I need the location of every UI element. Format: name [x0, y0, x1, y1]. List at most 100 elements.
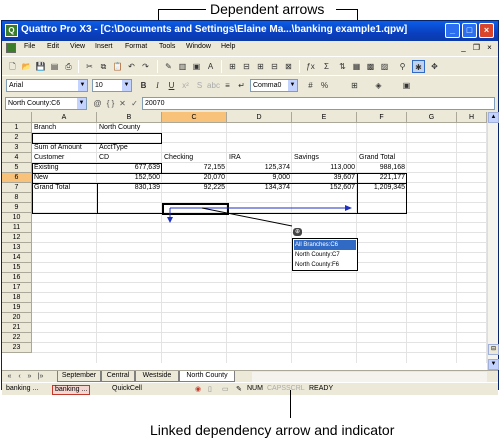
insert-row-icon[interactable]: ⊞: [226, 60, 239, 73]
doc-close-icon[interactable]: ×: [484, 43, 495, 53]
borders-icon[interactable]: ⊞: [348, 79, 361, 92]
save-icon[interactable]: 💾: [34, 60, 47, 73]
sum-icon[interactable]: Σ: [320, 60, 333, 73]
sheet-tab-bar: « ‹ » |» September Central Westside Nort…: [2, 370, 498, 382]
app-icon[interactable]: Q: [5, 24, 18, 37]
cancel-icon[interactable]: ✕: [117, 97, 128, 110]
percent-icon[interactable]: %: [318, 79, 331, 92]
arrowhead-c7: [167, 217, 173, 223]
fill-color-icon[interactable]: ◈: [372, 79, 385, 92]
redo-icon[interactable]: ↷: [139, 60, 152, 73]
paste-icon[interactable]: 📋: [111, 60, 124, 73]
insert-column-icon[interactable]: ⊞: [254, 60, 267, 73]
formula-field[interactable]: 20070: [142, 97, 495, 110]
dependency-item[interactable]: North County:F6: [294, 260, 356, 270]
scroll-down-icon[interactable]: ▼: [488, 359, 499, 370]
tab-central[interactable]: Central: [101, 371, 135, 382]
dependency-popup[interactable]: All Branches:C6 North County:C7 North Co…: [292, 238, 358, 271]
callout-line: [336, 9, 358, 10]
speedformat-icon[interactable]: ▣: [400, 79, 413, 92]
navigate-icon[interactable]: ✥: [428, 60, 441, 73]
print-preview-icon[interactable]: ▤: [48, 60, 61, 73]
grid-icon[interactable]: ▦: [350, 60, 363, 73]
show-dependents-icon[interactable]: ✱: [412, 60, 425, 73]
scroll-up-icon[interactable]: ▲: [488, 112, 499, 123]
chevron-down-icon[interactable]: ▼: [288, 80, 297, 91]
insert-object-icon[interactable]: ▣: [190, 60, 203, 73]
menu-edit[interactable]: Edit: [47, 43, 59, 50]
at-icon[interactable]: @: [92, 97, 103, 110]
doc-restore-icon[interactable]: ❐: [471, 43, 482, 53]
menu-tools[interactable]: Tools: [159, 43, 175, 50]
open-folder-icon[interactable]: 📂: [20, 60, 33, 73]
chevron-down-icon[interactable]: ▼: [78, 80, 87, 91]
chevron-down-icon[interactable]: ▼: [77, 98, 86, 109]
font-size-combo[interactable]: 10 ▼: [92, 79, 132, 92]
font-combo[interactable]: Arial ▼: [6, 79, 88, 92]
fit-icon[interactable]: ⊠: [282, 60, 295, 73]
map-icon[interactable]: ▨: [378, 60, 391, 73]
chevron-down-icon[interactable]: ▼: [122, 80, 131, 91]
case-icon[interactable]: abc: [207, 79, 220, 92]
close-button[interactable]: ×: [479, 23, 494, 38]
text-icon[interactable]: A: [204, 60, 217, 73]
cell-name: North County:C6: [8, 100, 61, 107]
strikethrough-icon[interactable]: S: [193, 79, 206, 92]
spreadsheet-grid[interactable]: ABCDEFGH 1 2 3 4 5 6 7 8 9 10 11 12 13 14 15 16 17 18 19 20…: [2, 112, 498, 370]
tab-north-county[interactable]: North County: [179, 371, 235, 382]
maximize-button[interactable]: □: [462, 23, 477, 38]
style-value: Comma0: [253, 82, 282, 89]
menu-insert[interactable]: Insert: [95, 43, 113, 50]
tab-westside[interactable]: Westside: [135, 371, 179, 382]
style-combo[interactable]: Comma0 ▼: [250, 79, 298, 92]
quickfit-icon[interactable]: ✎: [162, 60, 175, 73]
formula-value: 20070: [145, 100, 165, 107]
first-sheet-icon[interactable]: «: [5, 372, 14, 382]
print-icon[interactable]: ⎙: [62, 60, 75, 73]
tab-september[interactable]: September: [57, 371, 101, 382]
menu-window[interactable]: Window: [186, 43, 211, 50]
menu-view[interactable]: View: [70, 43, 85, 50]
title-bar[interactable]: Q Quattro Pro X3 - [C:\Documents and Set…: [2, 21, 498, 41]
prev-sheet-icon[interactable]: ‹: [15, 372, 24, 382]
delete-row-icon[interactable]: ⊟: [240, 60, 253, 73]
minimize-button[interactable]: _: [445, 23, 460, 38]
align-icon[interactable]: ≡: [221, 79, 234, 92]
menu-format[interactable]: Format: [125, 43, 147, 50]
copy-icon[interactable]: ⧉: [97, 60, 110, 73]
pane-split-icon[interactable]: ⊟: [488, 344, 499, 355]
undo-icon[interactable]: ↶: [125, 60, 138, 73]
braces-icon[interactable]: { }: [105, 97, 116, 110]
dependent-arrows: [167, 205, 352, 227]
horizontal-scrollbar[interactable]: [252, 372, 487, 382]
app-window: Q Quattro Pro X3 - [C:\Documents and Set…: [1, 20, 499, 395]
delete-column-icon[interactable]: ⊟: [268, 60, 281, 73]
underline-button[interactable]: U: [165, 79, 178, 92]
number-format-icon[interactable]: #: [304, 79, 317, 92]
wrap-icon[interactable]: ↵: [235, 79, 248, 92]
cell-name-box[interactable]: North County:C6 ▼: [5, 97, 87, 110]
menu-file[interactable]: File: [24, 43, 35, 50]
chart-icon[interactable]: ▥: [176, 60, 189, 73]
menu-help[interactable]: Help: [221, 43, 235, 50]
confirm-icon[interactable]: ✓: [129, 97, 140, 110]
vertical-scrollbar[interactable]: ▲ ⊟ ▼: [487, 112, 499, 370]
sort-icon[interactable]: ⇅: [336, 60, 349, 73]
dependency-item[interactable]: North County:C7: [294, 250, 356, 260]
chart-expert-icon[interactable]: ▩: [364, 60, 377, 73]
function-icon[interactable]: ƒx: [304, 60, 317, 73]
italic-button[interactable]: I: [151, 79, 164, 92]
format-toolbar: Arial ▼ 10 ▼ B I U x² S abc ≡ ↵ Comma0 ▼…: [2, 75, 498, 94]
doc-minimize-icon[interactable]: _: [458, 43, 469, 53]
dependency-item[interactable]: All Branches:C6: [294, 240, 356, 250]
last-sheet-icon[interactable]: |»: [36, 372, 45, 382]
cut-icon[interactable]: ✂: [83, 60, 96, 73]
linked-dependency-indicator-icon[interactable]: ⊕: [293, 228, 302, 236]
dependency-icon[interactable]: ⚲: [396, 60, 409, 73]
bold-button[interactable]: B: [137, 79, 150, 92]
document-icon[interactable]: [6, 43, 16, 53]
superscript-icon[interactable]: x²: [179, 79, 192, 92]
new-file-icon[interactable]: 🗋: [6, 60, 19, 73]
toolbar-separator: [299, 60, 300, 73]
next-sheet-icon[interactable]: »: [25, 372, 34, 382]
